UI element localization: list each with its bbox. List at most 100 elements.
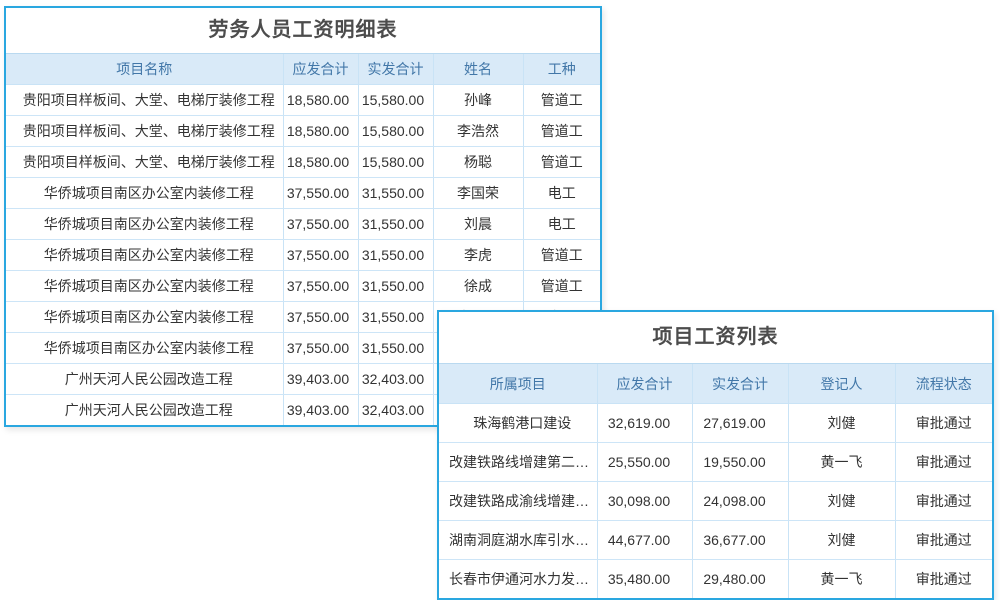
project-link[interactable]: 华侨城项目南区办公室内装修工程 bbox=[6, 333, 283, 364]
table-row: 改建铁路线增建第二线...25,550.0019,550.00黄一飞审批通过 bbox=[439, 443, 992, 482]
actual-total-cell: 15,580.00 bbox=[358, 85, 433, 116]
payable-total-cell: 35,480.00 bbox=[597, 560, 692, 599]
project-link[interactable]: 华侨城项目南区办公室内装修工程 bbox=[6, 178, 283, 209]
job-type-cell: 电工 bbox=[523, 178, 600, 209]
project-link[interactable]: 华侨城项目南区办公室内装修工程 bbox=[6, 240, 283, 271]
registrant-link[interactable]: 黄一飞 bbox=[788, 443, 895, 482]
payable-total-cell: 37,550.00 bbox=[283, 240, 358, 271]
job-type-cell: 电工 bbox=[523, 209, 600, 240]
registrant-link[interactable]: 黄一飞 bbox=[788, 560, 895, 599]
column-header: 姓名 bbox=[433, 54, 523, 85]
project-link[interactable]: 长春市伊通河水力发电... bbox=[439, 560, 597, 599]
actual-total-cell: 31,550.00 bbox=[358, 271, 433, 302]
payable-total-cell: 37,550.00 bbox=[283, 209, 358, 240]
actual-total-cell: 32,403.00 bbox=[358, 395, 433, 426]
payable-total-cell: 32,619.00 bbox=[597, 404, 692, 443]
payable-total-cell: 37,550.00 bbox=[283, 178, 358, 209]
job-type-cell: 管道工 bbox=[523, 271, 600, 302]
job-type-cell: 管道工 bbox=[523, 85, 600, 116]
payable-total-cell: 30,098.00 bbox=[597, 482, 692, 521]
actual-total-cell: 31,550.00 bbox=[358, 333, 433, 364]
name-cell: 李国荣 bbox=[433, 178, 523, 209]
status-cell: 审批通过 bbox=[895, 482, 992, 521]
table-row: 华侨城项目南区办公室内装修工程37,550.0031,550.00李虎管道工 bbox=[6, 240, 600, 271]
project-link[interactable]: 改建铁路成渝线增建第... bbox=[439, 482, 597, 521]
project-link[interactable]: 珠海鹤港口建设 bbox=[439, 404, 597, 443]
column-header: 应发合计 bbox=[597, 364, 692, 404]
table-row: 华侨城项目南区办公室内装修工程37,550.0031,550.00徐成管道工 bbox=[6, 271, 600, 302]
project-salary-list-table: 项目工资列表 所属项目应发合计实发合计登记人流程状态 珠海鹤港口建设32,619… bbox=[437, 310, 994, 600]
header-row: 项目名称应发合计实发合计姓名工种 bbox=[6, 54, 600, 85]
table-row: 珠海鹤港口建设32,619.0027,619.00刘健审批通过 bbox=[439, 404, 992, 443]
column-header: 实发合计 bbox=[358, 54, 433, 85]
table-row: 改建铁路成渝线增建第...30,098.0024,098.00刘健审批通过 bbox=[439, 482, 992, 521]
project-link[interactable]: 贵阳项目样板间、大堂、电梯厅装修工程 bbox=[6, 147, 283, 178]
status-cell: 审批通过 bbox=[895, 560, 992, 599]
actual-total-cell: 31,550.00 bbox=[358, 178, 433, 209]
actual-total-cell: 31,550.00 bbox=[358, 209, 433, 240]
name-cell: 李虎 bbox=[433, 240, 523, 271]
table-row: 湖南洞庭湖水库引水工...44,677.0036,677.00刘健审批通过 bbox=[439, 521, 992, 560]
project-link[interactable]: 华侨城项目南区办公室内装修工程 bbox=[6, 209, 283, 240]
status-cell: 审批通过 bbox=[895, 521, 992, 560]
actual-total-cell: 24,098.00 bbox=[692, 482, 788, 521]
name-cell: 李浩然 bbox=[433, 116, 523, 147]
project-salary-list-grid: 所属项目应发合计实发合计登记人流程状态 珠海鹤港口建设32,619.0027,6… bbox=[439, 363, 992, 598]
project-link[interactable]: 贵阳项目样板间、大堂、电梯厅装修工程 bbox=[6, 85, 283, 116]
name-cell: 徐成 bbox=[433, 271, 523, 302]
column-header: 应发合计 bbox=[283, 54, 358, 85]
payable-total-cell: 18,580.00 bbox=[283, 147, 358, 178]
table-row: 华侨城项目南区办公室内装修工程37,550.0031,550.00刘晨电工 bbox=[6, 209, 600, 240]
actual-total-cell: 15,580.00 bbox=[358, 147, 433, 178]
project-salary-list-title: 项目工资列表 bbox=[439, 312, 992, 363]
actual-total-cell: 32,403.00 bbox=[358, 364, 433, 395]
project-link[interactable]: 改建铁路线增建第二线... bbox=[439, 443, 597, 482]
registrant-link[interactable]: 刘健 bbox=[788, 404, 895, 443]
actual-total-cell: 31,550.00 bbox=[358, 240, 433, 271]
header-row: 所属项目应发合计实发合计登记人流程状态 bbox=[439, 364, 992, 404]
project-link[interactable]: 贵阳项目样板间、大堂、电梯厅装修工程 bbox=[6, 116, 283, 147]
column-header: 流程状态 bbox=[895, 364, 992, 404]
column-header: 实发合计 bbox=[692, 364, 788, 404]
actual-total-cell: 31,550.00 bbox=[358, 302, 433, 333]
job-type-cell: 管道工 bbox=[523, 240, 600, 271]
payable-total-cell: 25,550.00 bbox=[597, 443, 692, 482]
column-header: 工种 bbox=[523, 54, 600, 85]
payable-total-cell: 39,403.00 bbox=[283, 364, 358, 395]
actual-total-cell: 27,619.00 bbox=[692, 404, 788, 443]
actual-total-cell: 36,677.00 bbox=[692, 521, 788, 560]
project-link[interactable]: 华侨城项目南区办公室内装修工程 bbox=[6, 302, 283, 333]
column-header: 项目名称 bbox=[6, 54, 283, 85]
payable-total-cell: 37,550.00 bbox=[283, 333, 358, 364]
project-link[interactable]: 广州天河人民公园改造工程 bbox=[6, 395, 283, 426]
column-header: 登记人 bbox=[788, 364, 895, 404]
project-link[interactable]: 华侨城项目南区办公室内装修工程 bbox=[6, 271, 283, 302]
status-cell: 审批通过 bbox=[895, 443, 992, 482]
actual-total-cell: 19,550.00 bbox=[692, 443, 788, 482]
payable-total-cell: 37,550.00 bbox=[283, 302, 358, 333]
labor-salary-detail-title: 劳务人员工资明细表 bbox=[6, 8, 600, 53]
registrant-link[interactable]: 刘健 bbox=[788, 482, 895, 521]
project-link[interactable]: 湖南洞庭湖水库引水工... bbox=[439, 521, 597, 560]
payable-total-cell: 37,550.00 bbox=[283, 271, 358, 302]
project-link[interactable]: 广州天河人民公园改造工程 bbox=[6, 364, 283, 395]
table-row: 贵阳项目样板间、大堂、电梯厅装修工程18,580.0015,580.00杨聪管道… bbox=[6, 147, 600, 178]
table-row: 贵阳项目样板间、大堂、电梯厅装修工程18,580.0015,580.00孙峰管道… bbox=[6, 85, 600, 116]
page: 劳务人员工资明细表 项目名称应发合计实发合计姓名工种 贵阳项目样板间、大堂、电梯… bbox=[0, 0, 1000, 600]
payable-total-cell: 18,580.00 bbox=[283, 116, 358, 147]
payable-total-cell: 39,403.00 bbox=[283, 395, 358, 426]
table-row: 贵阳项目样板间、大堂、电梯厅装修工程18,580.0015,580.00李浩然管… bbox=[6, 116, 600, 147]
actual-total-cell: 15,580.00 bbox=[358, 116, 433, 147]
table-row: 长春市伊通河水力发电...35,480.0029,480.00黄一飞审批通过 bbox=[439, 560, 992, 599]
name-cell: 杨聪 bbox=[433, 147, 523, 178]
name-cell: 刘晨 bbox=[433, 209, 523, 240]
name-cell: 孙峰 bbox=[433, 85, 523, 116]
table-row: 华侨城项目南区办公室内装修工程37,550.0031,550.00李国荣电工 bbox=[6, 178, 600, 209]
registrant-link[interactable]: 刘健 bbox=[788, 521, 895, 560]
payable-total-cell: 18,580.00 bbox=[283, 85, 358, 116]
actual-total-cell: 29,480.00 bbox=[692, 560, 788, 599]
job-type-cell: 管道工 bbox=[523, 147, 600, 178]
status-cell: 审批通过 bbox=[895, 404, 992, 443]
job-type-cell: 管道工 bbox=[523, 116, 600, 147]
column-header: 所属项目 bbox=[439, 364, 597, 404]
